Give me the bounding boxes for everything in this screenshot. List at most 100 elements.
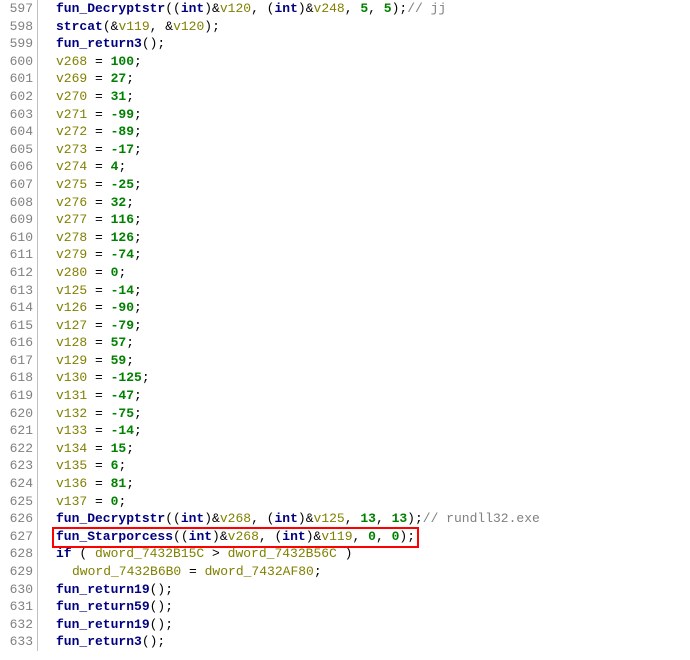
line-number: 610 [0,229,38,247]
code-content: fun_return3(); [38,633,690,651]
line-number: 631 [0,598,38,616]
token-num: 27 [111,71,127,86]
code-content: v136 = 81; [38,475,690,493]
token-plain: , [150,19,166,34]
code-content: v277 = 116; [38,211,690,229]
token-plain: ( [72,546,95,561]
token-plain: ; [134,300,142,315]
token-fn: fun_Starporcess [56,529,173,544]
code-line: 601v269 = 27; [0,70,690,88]
token-var: v131 [56,388,87,403]
token-num: -125 [111,370,142,385]
token-plain: ); [204,19,220,34]
token-var: v132 [56,406,87,421]
code-line: 630fun_return19(); [0,581,690,599]
token-plain: (); [150,599,173,614]
token-plain: ; [126,335,134,350]
token-var: dword_7432B15C [95,546,204,561]
token-var: v278 [56,230,87,245]
token-fn: fun_return19 [56,617,150,632]
token-var: v275 [56,177,87,192]
token-var: dword_7432B56C [228,546,337,561]
code-line: 633fun_return3(); [0,633,690,651]
token-plain: = [87,318,110,333]
token-fn: fun_Decryptstr [56,1,165,16]
token-var: v128 [56,335,87,350]
code-content: v275 = -25; [38,176,690,194]
code-content: v278 = 126; [38,229,690,247]
token-plain: ; [134,283,142,298]
token-plain: , ( [251,511,274,526]
line-number: 604 [0,123,38,141]
token-plain: ; [126,441,134,456]
code-line: 628if ( dword_7432B15C > dword_7432B56C … [0,545,690,563]
token-var: v248 [314,1,345,16]
token-fn: fun_Decryptstr [56,511,165,526]
line-number: 623 [0,457,38,475]
token-kw: int [181,1,204,16]
line-number: 605 [0,141,38,159]
token-var: v273 [56,142,87,157]
token-plain: ; [314,564,322,579]
token-plain: ) [337,546,353,561]
line-number: 629 [0,563,38,581]
line-number: 621 [0,422,38,440]
token-kw: if [56,546,72,561]
token-num: 15 [111,441,127,456]
line-number: 598 [0,18,38,36]
token-var: v274 [56,159,87,174]
token-var: v279 [56,247,87,262]
token-num: 31 [111,89,127,104]
token-plain: ; [126,89,134,104]
token-fn: fun_return3 [56,634,142,649]
line-number: 633 [0,633,38,651]
line-number: 632 [0,616,38,634]
line-number: 625 [0,493,38,511]
decompiled-code-listing: 597fun_Decryptstr((int)&v120, (int)&v248… [0,0,690,651]
token-num: 126 [111,230,134,245]
code-line: 616v128 = 57; [0,334,690,352]
token-var: v270 [56,89,87,104]
code-line: 619v131 = -47; [0,387,690,405]
line-number: 620 [0,405,38,423]
token-plain: = [87,265,110,280]
token-plain: , [376,511,392,526]
token-num: 32 [111,195,127,210]
code-line: 605v273 = -17; [0,141,690,159]
token-plain: ) [306,529,314,544]
token-plain: ); [399,529,415,544]
line-number: 611 [0,246,38,264]
code-line: 613v125 = -14; [0,282,690,300]
line-number: 603 [0,106,38,124]
line-number: 626 [0,510,38,528]
token-plain: ) [204,1,212,16]
token-plain: ; [126,71,134,86]
token-plain: ; [134,423,142,438]
code-line: 623v135 = 6; [0,457,690,475]
token-num: -14 [111,283,134,298]
code-line: 626fun_Decryptstr((int)&v268, (int)&v125… [0,510,690,528]
token-num: 13 [392,511,408,526]
line-number: 608 [0,194,38,212]
line-number: 627 [0,528,38,546]
token-var: v268 [228,529,259,544]
token-plain: , [368,1,384,16]
token-plain: ; [134,318,142,333]
token-plain: = [87,353,110,368]
token-plain: ; [126,195,134,210]
token-amp: & [306,1,314,16]
token-num: -47 [111,388,134,403]
token-plain: = [87,406,110,421]
token-plain: = [87,177,110,192]
code-line: 627fun_Starporcess((int)&v268, (int)&v11… [0,528,690,546]
code-content: v130 = -125; [38,369,690,387]
code-content: fun_return19(); [38,581,690,599]
code-content: v272 = -89; [38,123,690,141]
token-num: -14 [111,423,134,438]
token-num: 116 [111,212,134,227]
token-plain: ) [298,511,306,526]
token-plain: = [87,107,110,122]
code-line: 603v271 = -99; [0,106,690,124]
token-plain: = [87,458,110,473]
token-plain: = [87,283,110,298]
